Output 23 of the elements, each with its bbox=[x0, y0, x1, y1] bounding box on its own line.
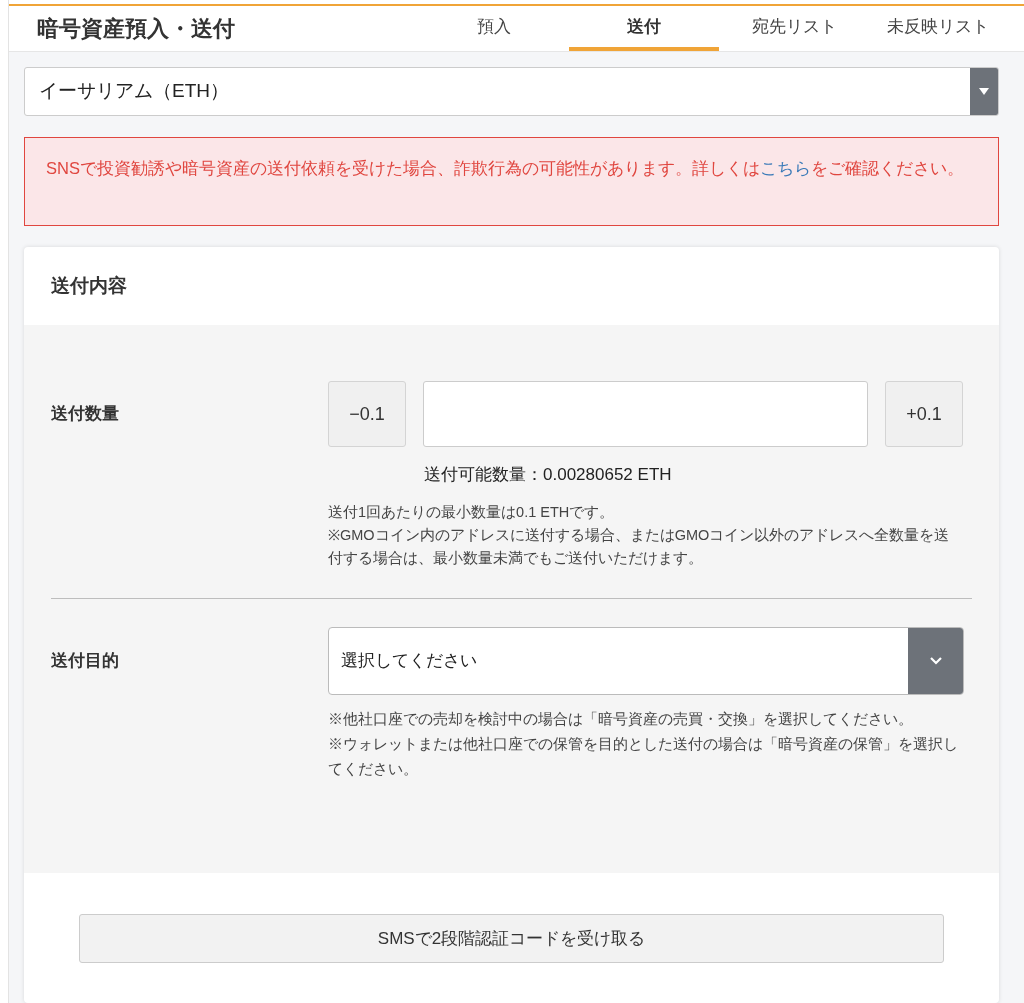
caret-icon bbox=[979, 88, 989, 95]
increment-button[interactable]: +0.1 bbox=[885, 381, 963, 447]
purpose-select[interactable]: 選択してください bbox=[328, 626, 964, 695]
card-title: 送付内容 bbox=[51, 273, 127, 298]
amount-input[interactable] bbox=[423, 381, 868, 447]
note-text: 送付1回あたりの最小数量は0.1 ETHです。 bbox=[328, 502, 616, 522]
tab[interactable]: 未反映リスト bbox=[869, 5, 989, 51]
sms-code-button[interactable]: SMSで2段階認証コードを受け取る bbox=[79, 914, 944, 963]
currency-select[interactable]: イーサリアム（ETH） bbox=[24, 67, 999, 116]
note-text: ※GMOコイン内のアドレスに送付する場合、またはGMOコイン以外のアドレスへ全数量を送付する場合は、最小数量未満でもご送付いただけます。 bbox=[328, 525, 951, 568]
details-link[interactable]: こちら bbox=[759, 159, 811, 177]
tab[interactable]: 宛先リスト bbox=[719, 5, 869, 51]
page-title: 暗号資産預入・送付 bbox=[37, 14, 235, 43]
available-amount: 送付可能数量：0.00280652 ETH bbox=[424, 465, 672, 484]
warning-text: SNSで投資勧誘や暗号資産の送付依頼を受けた場合、詐欺行為の可能性があります。詳しくはこちら をご確認ください。 bbox=[46, 158, 965, 179]
chevron-down-icon bbox=[928, 656, 943, 665]
tab[interactable]: 預入 bbox=[419, 5, 569, 51]
note-text: ※ウォレットまたは他社口座での保管を目的とした送付の場合は「暗号資産の保管」を選択してください。 bbox=[328, 734, 958, 779]
field-label: 送付目的 bbox=[51, 649, 119, 672]
tab[interactable]: 送付 bbox=[569, 5, 719, 51]
decrement-button[interactable]: −0.1 bbox=[328, 381, 406, 447]
field-label: 送付数量 bbox=[51, 403, 119, 426]
note-text: ※他社口座での売却を検討中の場合は「暗号資産の売買・交換」を選択してください。 bbox=[328, 709, 914, 729]
